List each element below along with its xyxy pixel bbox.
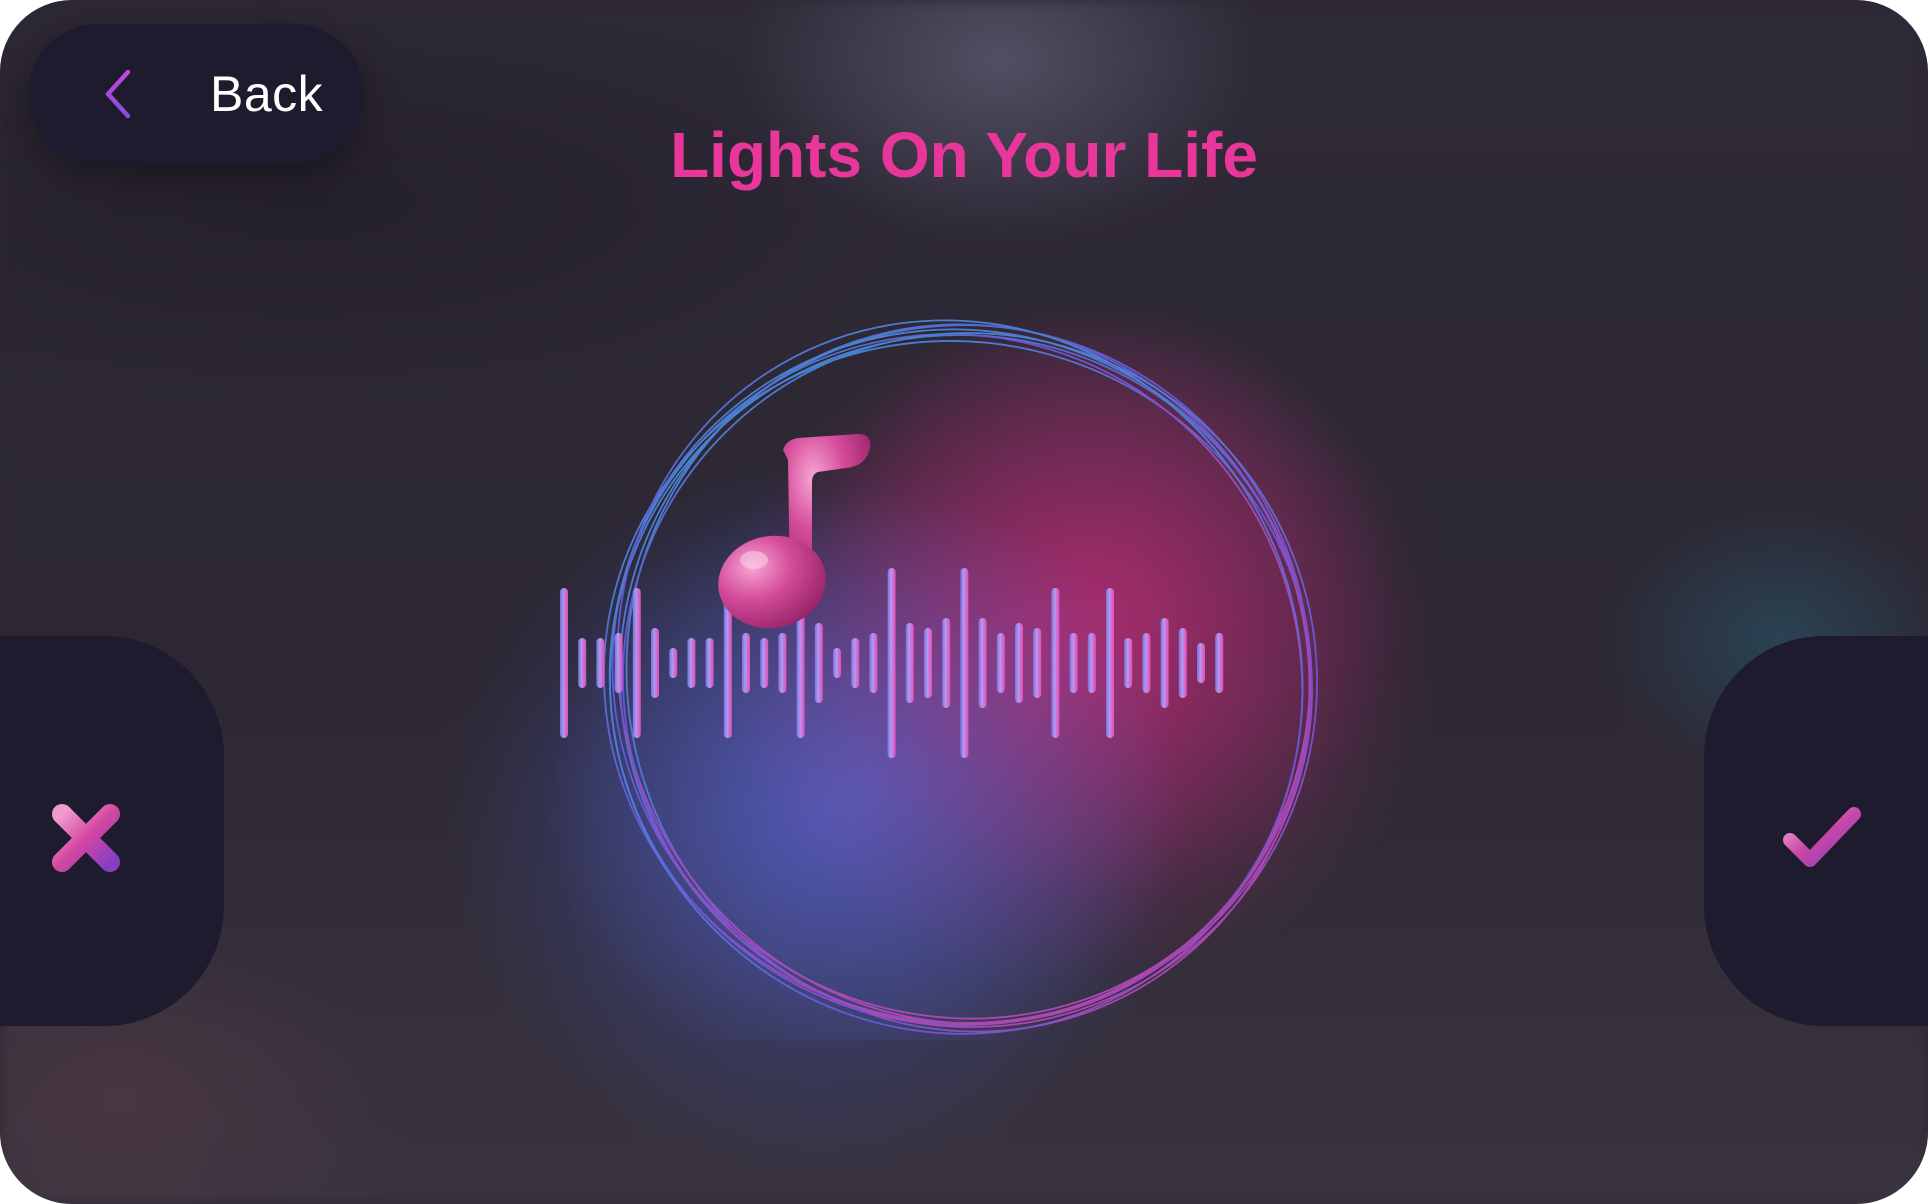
wave-bar bbox=[905, 623, 914, 703]
wave-bar bbox=[887, 568, 896, 758]
wave-bar bbox=[942, 618, 951, 708]
wave-bar bbox=[1051, 588, 1060, 738]
wave-bar bbox=[1178, 628, 1187, 698]
wave-bar bbox=[1087, 633, 1096, 693]
wave-bar bbox=[1069, 633, 1078, 693]
wave-bar bbox=[596, 638, 605, 688]
wave-bar bbox=[978, 618, 987, 708]
wave-bar bbox=[742, 633, 750, 693]
checkmark-icon bbox=[1783, 807, 1861, 867]
wave-bar bbox=[1215, 633, 1224, 693]
wave-bar bbox=[960, 568, 969, 758]
wave-bar bbox=[632, 588, 641, 738]
wave-bar bbox=[705, 638, 714, 688]
wave-bar bbox=[996, 633, 1005, 693]
wave-bar bbox=[1142, 633, 1151, 693]
audio-visual bbox=[540, 300, 1400, 1040]
wave-bar bbox=[578, 638, 587, 688]
screen: Back Lights On Your Life bbox=[0, 0, 1928, 1204]
wave-bar bbox=[1197, 643, 1205, 683]
wave-bar bbox=[869, 633, 878, 693]
wave-bar bbox=[814, 623, 823, 703]
wave-bar bbox=[760, 638, 769, 688]
wave-bar bbox=[924, 628, 932, 698]
wave-bar bbox=[778, 633, 787, 693]
wave-bar bbox=[651, 628, 659, 698]
decline-panel[interactable] bbox=[0, 636, 224, 1026]
wave-bar bbox=[851, 638, 860, 688]
wave-bar bbox=[833, 648, 841, 678]
wave-bar bbox=[1124, 638, 1133, 688]
close-x-icon bbox=[52, 804, 120, 872]
wave-bar bbox=[1033, 628, 1042, 698]
wave-bar bbox=[560, 588, 568, 738]
wave-bar bbox=[1015, 623, 1023, 703]
wave-bar bbox=[1160, 618, 1169, 708]
page-title: Lights On Your Life bbox=[670, 119, 1258, 191]
wave-bar bbox=[669, 648, 678, 678]
wave-bar bbox=[1106, 588, 1114, 738]
accept-panel[interactable] bbox=[1704, 636, 1928, 1026]
chevron-left-icon bbox=[105, 69, 131, 119]
wave-bar bbox=[687, 638, 696, 688]
wave-bar bbox=[614, 633, 623, 693]
